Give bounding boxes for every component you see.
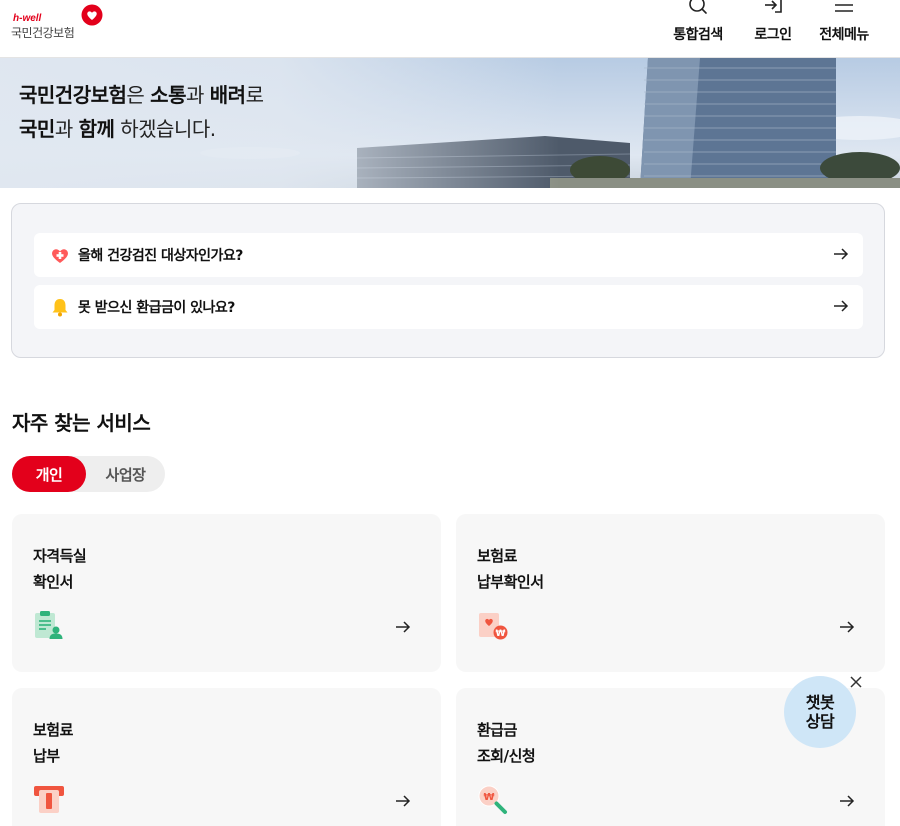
site-header: h-well 국민건강보험 통합검색 로그인 전체메뉴: [0, 0, 900, 58]
nav-search-label: 통합검색: [673, 27, 723, 43]
quick-link-refund[interactable]: 못 받으신 환급금이 있나요?: [34, 285, 863, 329]
payment-certificate-icon: ₩: [479, 613, 508, 640]
banner-slogan: 국민건강보험은 소통과 배려로 국민과 함께 하겠습니다.: [19, 78, 264, 146]
nav-menu-button[interactable]: 전체메뉴: [814, 0, 874, 58]
quick-link-checkup[interactable]: 올해 건강검진 대상자인가요?: [34, 233, 863, 277]
arrow-right-icon: [834, 248, 849, 260]
chatbot-label-line2: 상담: [805, 712, 835, 731]
service-card-title: 보험료 납부확인서: [477, 547, 544, 591]
nav-search-button[interactable]: 통합검색: [669, 0, 727, 58]
service-card-insurance-payment[interactable]: 보험료 납부: [12, 688, 441, 826]
arrow-right-icon: [840, 621, 855, 633]
refund-search-icon: ₩: [478, 785, 507, 814]
nav-login-label: 로그인: [754, 27, 792, 43]
logo-heart-icon: [81, 4, 103, 26]
tab-business[interactable]: 사업장: [86, 456, 165, 492]
site-logo[interactable]: h-well 국민건강보험: [11, 4, 111, 40]
login-icon: [765, 0, 782, 13]
tab-individual[interactable]: 개인: [12, 456, 86, 492]
certificate-person-icon: [35, 611, 63, 639]
banner-slogan-line2: 국민과 함께 하겠습니다.: [19, 117, 216, 141]
hero-banner: 국민건강보험은 소통과 배려로 국민과 함께 하겠습니다.: [0, 58, 900, 188]
arrow-right-icon: [396, 795, 411, 807]
hamburger-menu-icon: [835, 4, 853, 12]
service-card-title: 환급금 조회/신청: [477, 721, 536, 765]
service-card-eligibility-certificate[interactable]: 자격득실 확인서: [12, 514, 441, 672]
service-card-title: 보험료 납부: [33, 721, 73, 765]
chatbot-label-line1: 챗봇: [805, 693, 835, 712]
quick-link-refund-label: 못 받으신 환급금이 있나요?: [78, 300, 235, 316]
card-payment-icon: [34, 786, 64, 813]
logo-hwell-text: h-well: [13, 13, 42, 24]
service-card-payment-certificate[interactable]: 보험료 납부확인서 ₩: [456, 514, 885, 672]
arrow-right-icon: [396, 621, 411, 633]
service-tab-group: 개인 사업장: [12, 456, 165, 492]
logo-name-text: 국민건강보험: [11, 26, 75, 40]
arrow-right-icon: [840, 795, 855, 807]
nav-login-button[interactable]: 로그인: [748, 0, 798, 58]
service-card-title: 자격득실 확인서: [33, 547, 87, 591]
arrow-right-icon: [834, 300, 849, 312]
quick-link-checkup-label: 올해 건강검진 대상자인가요?: [78, 248, 243, 264]
chatbot-close-icon[interactable]: [849, 675, 863, 689]
section-title-frequent-services: 자주 찾는 서비스: [12, 411, 151, 435]
svg-text:₩: ₩: [496, 629, 506, 639]
bell-icon: [50, 297, 70, 317]
quick-links-box: 올해 건강검진 대상자인가요? 못 받으신 환급금이 있나요?: [11, 203, 885, 358]
search-icon: [689, 0, 707, 14]
banner-slogan-line1: 국민건강보험은 소통과 배려로: [19, 83, 264, 107]
svg-text:₩: ₩: [483, 792, 494, 803]
heart-checkup-icon: [50, 245, 70, 265]
nav-menu-label: 전체메뉴: [819, 27, 869, 43]
chatbot-button[interactable]: 챗봇 상담: [784, 676, 856, 748]
